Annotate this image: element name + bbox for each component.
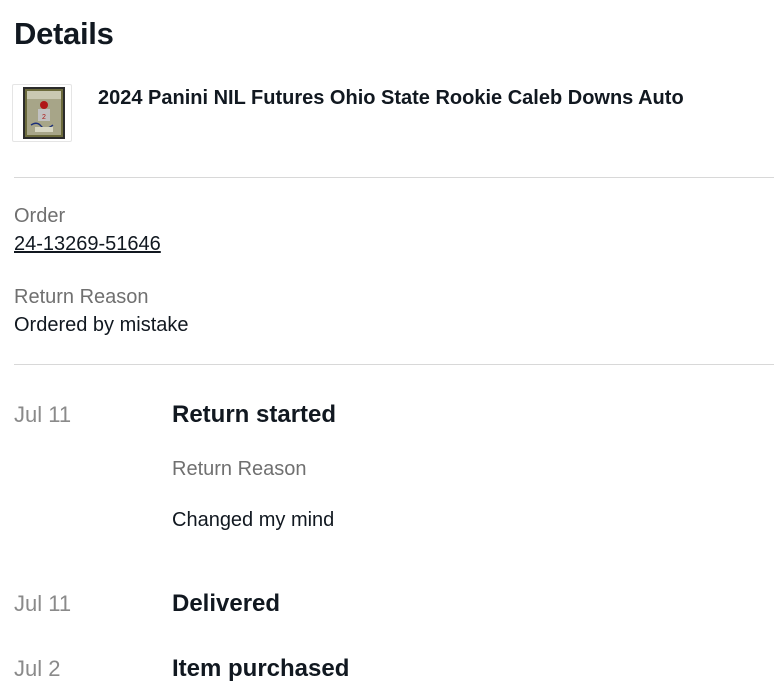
return-reason-label: Return Reason xyxy=(14,286,149,308)
order-label: Order xyxy=(14,205,66,227)
timeline-event-title: Item purchased xyxy=(172,655,350,682)
timeline-detail-value: Changed my mind xyxy=(172,509,335,531)
timeline-event-title: Return started xyxy=(172,401,337,428)
return-reason-value: Ordered by mistake xyxy=(14,314,189,336)
item-title-link[interactable]: 2024 Panini NIL Futures Ohio State Rooki… xyxy=(98,85,684,111)
timeline-detail-label: Return Reason xyxy=(172,458,307,480)
trading-card-icon: 2 xyxy=(23,87,65,139)
order-number[interactable]: 24-13269-51646 xyxy=(14,233,161,255)
page-title: Details xyxy=(14,16,114,51)
item-thumbnail[interactable]: 2 xyxy=(12,84,72,142)
order-number-link[interactable]: 24-13269-51646 xyxy=(14,231,161,257)
timeline-event-title: Delivered xyxy=(172,590,281,617)
svg-text:2: 2 xyxy=(42,114,46,121)
timeline-date: Jul 2 xyxy=(14,656,61,681)
divider xyxy=(14,364,774,365)
timeline-date: Jul 11 xyxy=(14,591,72,616)
divider xyxy=(14,177,774,178)
timeline-date: Jul 11 xyxy=(14,402,72,427)
